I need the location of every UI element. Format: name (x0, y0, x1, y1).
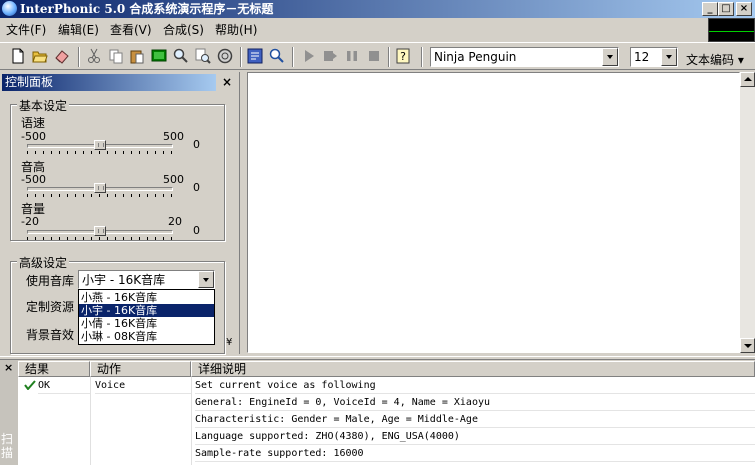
text-editor[interactable] (247, 72, 740, 353)
help-icon[interactable]: ? (395, 48, 411, 64)
chevron-down-icon[interactable] (198, 271, 214, 288)
voice-lib-select[interactable]: 小宇 - 16K音库 (78, 270, 215, 289)
pitch-value: 0 (193, 181, 200, 194)
close-icon[interactable]: × (4, 361, 13, 374)
voice-name-value: Ninja Penguin (434, 50, 517, 64)
background-effect-label: 背景音效 (26, 328, 75, 342)
voice-lib-label: 使用音库 (26, 274, 75, 288)
menu-bar: 文件(F) 编辑(E) 查看(V) 合成(S) 帮助(H) (0, 18, 755, 40)
speed-max: 500 (163, 130, 184, 143)
volume-min: -20 (21, 215, 39, 228)
basic-settings-label: 基本设定 (17, 97, 70, 114)
menu-view[interactable]: 查看(V) (110, 21, 152, 38)
stop-icon[interactable] (366, 48, 382, 64)
list-item[interactable]: 小琳 - 08K音库 (79, 330, 214, 343)
title-bar: InterPhonic 5.0 合成系统演示程序－无标题 _ □ × (0, 0, 755, 18)
screen-icon[interactable] (151, 48, 167, 64)
pitch-max: 500 (163, 173, 184, 186)
speed-label: 语速 (21, 116, 46, 130)
minimize-button[interactable]: _ (702, 2, 718, 16)
new-file-icon[interactable] (10, 48, 26, 64)
app-window: InterPhonic 5.0 合成系统演示程序－无标题 _ □ × 文件(F)… (0, 0, 755, 465)
voice-lib-dropdown[interactable]: 小燕 - 16K音库 小宇 - 16K音库 小倩 - 16K音库 小琳 - 08… (78, 289, 215, 345)
list-item[interactable]: 小倩 - 16K音库 (79, 317, 214, 330)
volume-value: 0 (193, 224, 200, 237)
font-size-value: 12 (634, 50, 650, 64)
detail-cell: Sample-rate supported: 16000 (195, 445, 755, 462)
detail-cell: Characteristic: Gender = Male, Age = Mid… (195, 411, 755, 428)
eraser-icon[interactable] (54, 48, 70, 64)
step-icon[interactable] (322, 48, 338, 64)
volume-slider-thumb[interactable] (94, 226, 106, 236)
toolbar: ? Ninja Penguin 12 文本编码 ▾ (0, 42, 755, 70)
splitter[interactable] (0, 356, 755, 360)
scroll-up-icon[interactable] (740, 72, 755, 87)
pitch-min: -500 (21, 173, 46, 186)
zoom-icon[interactable] (269, 48, 285, 64)
menu-edit[interactable]: 编辑(E) (58, 21, 99, 38)
table-row[interactable]: Language supported: ZHO(4380), ENG_USA(4… (18, 428, 755, 445)
audio-level-meter (708, 18, 755, 42)
app-logo-icon (2, 1, 17, 16)
copy-icon[interactable] (108, 48, 124, 64)
voice-name-select[interactable]: Ninja Penguin (430, 47, 619, 67)
advanced-settings-label: 高级设定 (17, 254, 70, 271)
result-cell: OK (38, 377, 90, 394)
custom-resource-label: 定制资源 (26, 300, 75, 314)
maximize-button[interactable]: □ (718, 2, 734, 16)
table-row[interactable]: OK Voice Set current voice as following (18, 377, 755, 394)
play-icon[interactable] (301, 48, 317, 64)
pitch-slider-thumb[interactable] (94, 183, 106, 193)
globe-icon[interactable] (217, 48, 233, 64)
cut-icon[interactable] (86, 48, 102, 64)
table-row[interactable]: Sample-rate supported: 16000 (18, 445, 755, 462)
menu-help[interactable]: 帮助(H) (215, 21, 257, 38)
svg-text:?: ? (400, 50, 406, 63)
paste-icon[interactable] (129, 48, 145, 64)
speed-slider-thumb[interactable] (94, 140, 106, 150)
table-row[interactable]: Characteristic: Gender = Male, Age = Mid… (18, 411, 755, 428)
text-encoding-menu[interactable]: 文本编码 ▾ (686, 51, 744, 68)
voice-lib-value: 小宇 - 16K音库 (82, 273, 166, 287)
voice-settings-icon[interactable] (247, 48, 263, 64)
list-item[interactable]: 小燕 - 16K音库 (79, 291, 214, 304)
control-panel-title: 控制面板 (2, 74, 216, 91)
column-header-action[interactable]: 动作 (90, 361, 191, 377)
menu-file[interactable]: 文件(F) (6, 21, 46, 38)
window-title: InterPhonic 5.0 合成系统演示程序－无标题 (20, 2, 274, 16)
log-side-text: 扫描 (1, 432, 14, 460)
log-table: 结果 动作 详细说明 OK Voice Set current voice as… (18, 361, 755, 465)
scroll-down-icon[interactable] (740, 338, 755, 353)
font-size-select[interactable]: 12 (630, 47, 678, 67)
close-button[interactable]: × (736, 2, 752, 16)
pause-icon[interactable] (344, 48, 360, 64)
vertical-scrollbar[interactable] (740, 72, 755, 353)
volume-max: 20 (168, 215, 182, 228)
detail-cell: Language supported: ZHO(4380), ENG_USA(4… (195, 428, 755, 445)
check-icon (24, 380, 36, 390)
detail-cell: General: EngineId = 0, VoiceId = 4, Name… (195, 394, 755, 411)
speed-min: -500 (21, 130, 46, 143)
speed-value: 0 (193, 138, 200, 151)
chevron-down-icon[interactable] (661, 48, 677, 66)
close-icon[interactable]: × (222, 75, 232, 89)
column-header-detail[interactable]: 详细说明 (191, 361, 755, 377)
list-item[interactable]: 小宇 - 16K音库 (79, 304, 214, 317)
menu-synthesize[interactable]: 合成(S) (163, 21, 204, 38)
expand-panel-icon[interactable]: ¥ (226, 337, 232, 348)
table-row[interactable]: General: EngineId = 0, VoiceId = 4, Name… (18, 394, 755, 411)
action-cell: Voice (95, 377, 191, 394)
find-icon[interactable] (173, 48, 189, 64)
open-folder-icon[interactable] (32, 48, 48, 64)
detail-cell: Set current voice as following (195, 377, 755, 394)
find-replace-icon[interactable] (195, 48, 211, 64)
chevron-down-icon[interactable] (602, 48, 618, 66)
column-header-result[interactable]: 结果 (18, 361, 90, 377)
